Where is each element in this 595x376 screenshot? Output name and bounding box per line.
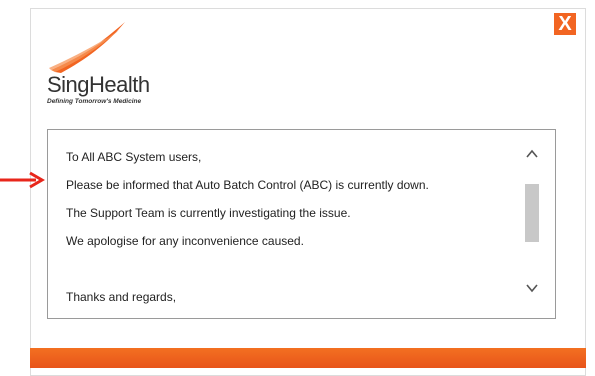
- close-icon: X: [558, 13, 572, 35]
- message-box[interactable]: To All ABC System users, Please be infor…: [47, 129, 556, 319]
- chevron-down-icon[interactable]: [524, 282, 540, 298]
- message-line: Please be informed that Auto Batch Contr…: [66, 178, 429, 192]
- footer-bar: [30, 348, 586, 368]
- singhealth-swoosh-icon: [49, 22, 125, 73]
- message-line: To All ABC System users,: [66, 150, 202, 164]
- chevron-up-icon[interactable]: [524, 148, 540, 164]
- message-line: We apologise for any inconvenience cause…: [66, 234, 304, 248]
- logo-tagline: Defining Tomorrow's Medicine: [47, 98, 142, 105]
- singhealth-logo: SingHealth Defining Tomorrow's Medicine: [47, 20, 197, 110]
- scroll-thumb[interactable]: [525, 184, 539, 242]
- logo-name: SingHealth: [47, 72, 150, 97]
- arrow-right-icon: [0, 171, 45, 189]
- message-content: To All ABC System users, Please be infor…: [66, 150, 429, 318]
- message-line: Thanks and regards,: [66, 290, 177, 304]
- message-line: The Support Team is currently investigat…: [66, 206, 351, 220]
- close-button[interactable]: X: [553, 12, 577, 36]
- message-line: [66, 262, 429, 277]
- vertical-scrollbar[interactable]: [524, 146, 540, 302]
